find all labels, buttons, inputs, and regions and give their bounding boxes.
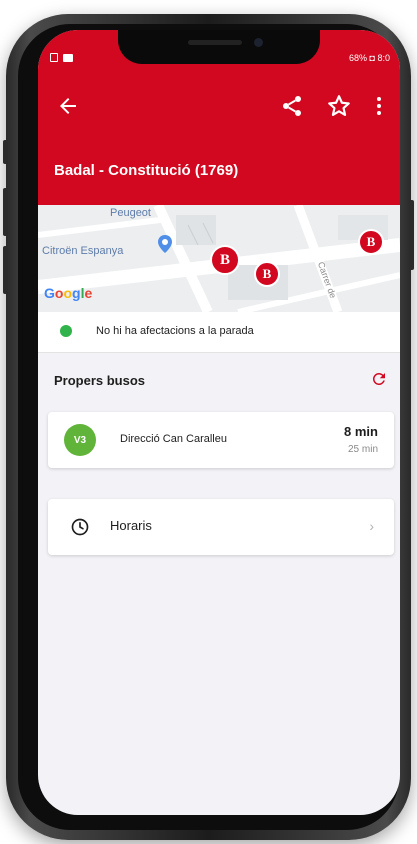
refresh-icon[interactable] [370,370,388,388]
map-view[interactable]: Peugeot Citroën Espanya Carrer de B B B … [38,205,400,312]
phone-side-button [3,188,8,236]
clock-icon [71,518,89,536]
bus-stop-marker[interactable]: B [254,261,280,287]
alert-text: No hi ha afectacions a la parada [96,325,254,337]
bus-stop-marker[interactable]: B [210,245,240,275]
alert-row: No hi ha afectacions a la parada [38,312,400,353]
next-buses-title: Propers busos [54,373,146,388]
google-logo-letter: G [44,285,55,301]
line-badge: V3 [64,424,96,456]
front-camera [254,38,263,47]
eta-first: 8 min [344,424,378,439]
app-screen: 68% ◘ 8:0 Badal - Constitució (1769) Peu… [38,30,400,815]
more-vert-icon[interactable] [372,94,386,118]
phone-notch [118,30,320,64]
phone-side-button [409,200,414,270]
phone-side-button [3,140,8,164]
sim-icon [50,53,58,62]
status-left [50,53,73,62]
star-outline-icon[interactable] [326,93,352,119]
toolbar [38,90,400,122]
map-label-citroen: Citroën Espanya [42,245,124,257]
map-label-peugeot: Peugeot [110,207,151,219]
bus-direction: Direcció Can Caralleu [120,433,227,445]
google-logo-letter: g [72,285,81,301]
chevron-right-icon: › [369,518,374,534]
status-text: 68% ◘ 8:0 [349,53,390,63]
arrow-left-icon[interactable] [56,94,80,118]
bus-stop-marker[interactable]: B [358,229,384,255]
notification-image-icon [63,53,73,62]
google-logo-letter: e [84,285,93,301]
share-icon[interactable] [280,94,304,118]
map-pin-icon[interactable] [158,235,172,253]
bus-arrival-card[interactable]: V3 Direcció Can Caralleu 8 min 25 min [48,412,394,468]
status-ok-indicator [60,325,72,337]
stop-title: Badal - Constitució (1769) [54,162,239,179]
eta-second: 25 min [347,444,378,455]
schedule-label: Horaris [110,518,152,533]
google-logo: Google [44,285,92,301]
phone-side-button [3,246,8,294]
status-right: 68% ◘ 8:0 [349,53,390,63]
google-logo-letter: o [63,285,73,301]
speaker [188,40,242,45]
schedule-row[interactable]: Horaris › [48,499,394,555]
